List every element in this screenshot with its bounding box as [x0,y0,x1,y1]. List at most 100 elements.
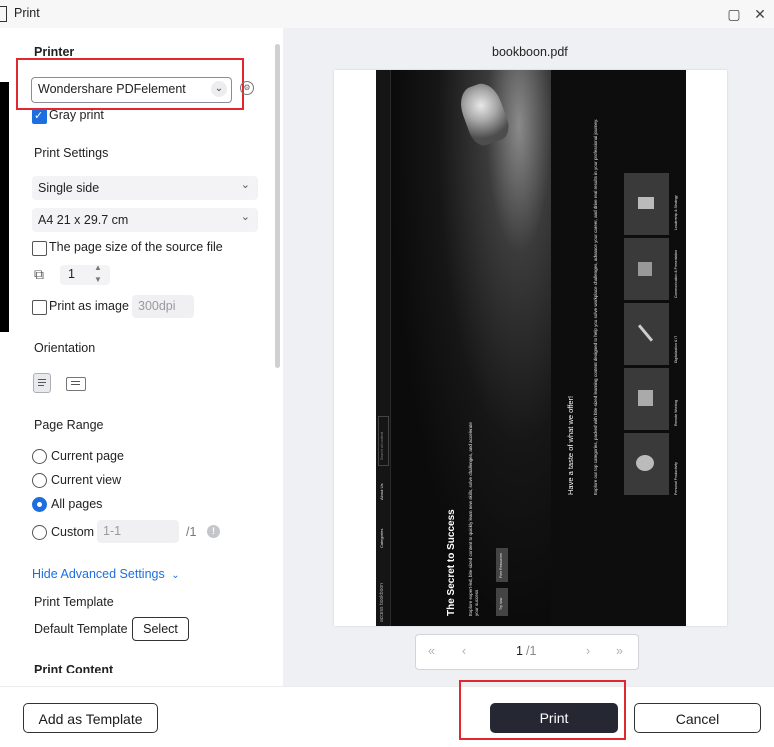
settings-panel [10,28,283,686]
last-page-icon[interactable]: » [616,644,623,658]
doc-right-title: Have a taste of what we offer! [566,395,575,495]
doc-search-placeholder: Search all content [380,431,384,460]
page-indicator[interactable]: 1 [516,644,523,658]
doc-category-label: Remote Working [674,399,678,426]
radio-current-page-label: Current page [51,449,124,463]
prev-page-icon[interactable]: ‹ [462,644,466,658]
doc-category-icon [638,197,654,209]
portrait-line [38,382,46,383]
doc-free-resources-button: Free Resources [496,548,508,582]
print-as-image-label: Print as image [49,299,129,313]
doc-nav-about: About Us [379,483,384,500]
doc-category-icon [638,262,652,276]
print-button[interactable]: Print [490,703,618,733]
doc-brand: access bookboon [379,583,385,622]
doc-try-now-label: Try now [499,597,503,610]
default-template-label: Default Template [34,622,128,636]
doc-category-label: Digitalization & IT [674,335,678,363]
hide-advanced-settings-link[interactable]: Hide Advanced Settings ⌄ [32,567,180,581]
next-page-icon[interactable]: › [586,644,590,658]
source-page-size-checkbox[interactable] [32,241,47,256]
page-navigator: « ‹ 1 /1 › » [415,634,639,670]
print-content-heading: Print Content [34,663,113,673]
custom-range-placeholder: 1-1 [103,524,122,538]
cancel-button[interactable]: Cancel [634,703,761,733]
page-total: /1 [526,644,537,658]
chevron-down-icon: ⌄ [240,211,250,223]
doc-left-title: The Secret to Success [446,509,457,616]
doc-category-tile [624,173,669,235]
radio-current-view[interactable] [32,473,47,488]
custom-range-total: /1 [186,525,197,539]
info-icon[interactable]: ! [207,525,220,538]
first-page-icon[interactable]: « [428,644,435,658]
chevron-down-icon: ⌄ [211,81,227,97]
doc-category-tile [624,303,669,365]
hide-advanced-settings-label: Hide Advanced Settings [32,567,165,581]
copies-stepper[interactable]: 1 ▲ ▼ [60,263,110,285]
title-bar [0,0,774,28]
select-template-button[interactable]: Select [132,617,189,641]
preview-filename: bookboon.pdf [492,45,568,59]
portrait-line [38,379,46,380]
landscape-orientation-icon[interactable] [66,377,86,391]
chevron-down-icon: ⌄ [240,179,250,191]
radio-all-pages-label: All pages [51,497,103,511]
doc-category-label: Communication & Presentation [674,249,678,298]
radio-current-view-label: Current view [51,473,122,487]
portrait-orientation-icon[interactable] [33,373,51,393]
background-window-edge [0,6,7,22]
paper-size-select[interactable]: A4 21 x 29.7 cm ⌄ [32,208,258,232]
landscape-line [71,381,80,382]
doc-free-resources-label: Free Resources [499,553,503,578]
doc-try-now-button: Try now [496,588,508,616]
copies-value: 1 [68,267,75,281]
preview-page-content: access bookboon Categories About Us Sear… [376,70,686,626]
page-range-heading: Page Range [34,418,104,432]
print-settings-heading: Print Settings [34,146,109,160]
radio-current-page[interactable] [32,449,47,464]
add-as-template-button[interactable]: Add as Template [23,703,158,733]
background-window-fragment [0,82,9,332]
source-page-size-label: The page size of the source file [49,240,223,254]
printer-settings-icon[interactable]: ⚙ [240,81,254,95]
portrait-line [38,385,44,386]
gray-print-label: Gray print [49,108,104,122]
doc-category-icon [637,324,654,342]
doc-right-subtitle: Explore our top categories, packed with … [593,118,598,495]
paper-size-value: A4 21 x 29.7 cm [38,213,129,227]
doc-category-label: Leadership & Strategy [674,195,678,230]
printer-select[interactable]: Wondershare PDFelement ⌄ [31,77,232,103]
dpi-field[interactable]: 300dpi [132,295,194,318]
chevron-down-icon: ⌄ [171,570,180,581]
custom-range-field[interactable]: 1-1 [97,520,179,543]
doc-category-tile [624,433,669,495]
doc-category-tile [624,238,669,300]
stepper-up-icon[interactable]: ▲ [94,263,102,272]
orientation-heading: Orientation [34,341,96,355]
sides-select-value: Single side [38,181,100,195]
print-as-image-checkbox[interactable] [32,300,47,315]
settings-scrollbar[interactable] [275,44,280,368]
doc-left-subtitle: Explore expert-led, bite-sized content t… [468,422,479,616]
doc-category-tile [624,368,669,430]
close-icon[interactable]: ✕ [750,4,770,24]
sides-select[interactable]: Single side ⌄ [32,176,258,200]
radio-all-pages[interactable] [32,497,47,512]
landscape-line [71,384,80,385]
printer-select-value: Wondershare PDFelement [38,82,186,96]
print-content-heading-text: Print Content [34,663,114,673]
doc-category-icon [638,390,653,406]
doc-nav-categories: Categories [379,528,384,548]
maximize-icon[interactable]: ▢ [724,4,744,24]
copies-icon: ⧉ [34,266,44,282]
print-template-heading: Print Template [34,595,114,609]
radio-custom-label: Custom [51,525,95,539]
window-title: Print [14,6,40,20]
doc-category-icon [636,455,654,471]
gray-print-checkbox[interactable] [32,109,47,124]
stepper-down-icon[interactable]: ▼ [94,275,102,284]
printer-heading: Printer [34,45,75,59]
doc-category-label: Personal Productivity [674,462,678,495]
radio-custom[interactable] [32,525,47,540]
